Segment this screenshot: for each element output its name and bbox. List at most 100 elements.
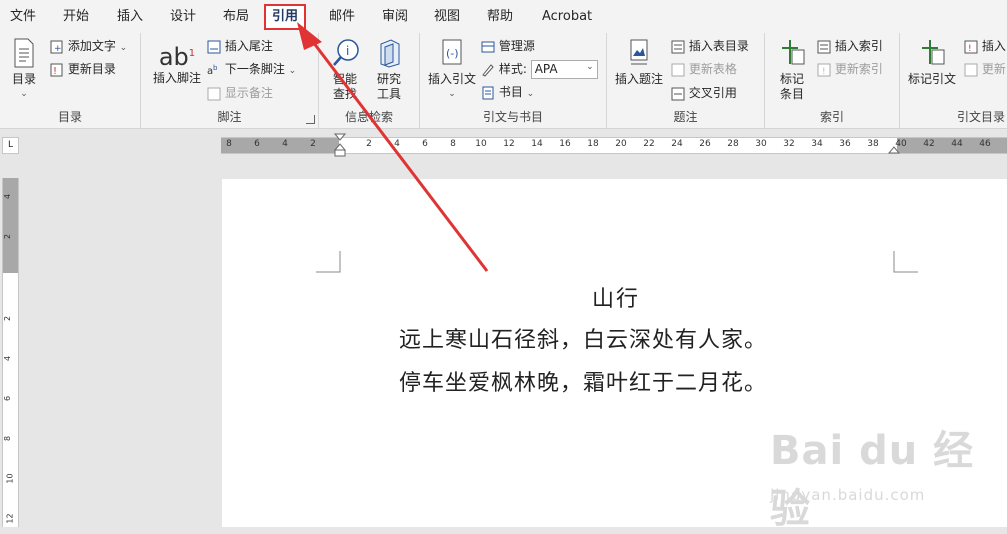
- style-dropdown[interactable]: APA ⌄: [530, 60, 598, 79]
- indent-marker-icon[interactable]: [333, 133, 347, 158]
- researcher-icon: [380, 39, 400, 68]
- svg-text:b: b: [213, 64, 218, 72]
- document-line[interactable]: 远上寒山石径斜，白云深处有人家。: [399, 322, 767, 354]
- insert-toa-button[interactable]: ! 插入: [964, 36, 1006, 56]
- show-notes-icon: [207, 87, 221, 100]
- watermark-url: jingyan.baidu.com: [770, 486, 926, 504]
- update-index-button[interactable]: ! 更新索引: [817, 59, 883, 79]
- tab-layout[interactable]: 布局: [223, 7, 249, 27]
- ruler-tick-label: 46: [979, 139, 991, 149]
- next-footnote-label: 下一条脚注: [224, 62, 285, 76]
- ruler-tick-label: 8: [450, 139, 456, 149]
- insert-index-label: 插入索引: [834, 39, 883, 53]
- ruler-tick-label: 6: [3, 395, 13, 402]
- insert-citation-label: 插入引文: [427, 72, 476, 86]
- group-label-research: 信息检索: [344, 110, 393, 124]
- vertical-ruler[interactable]: 4 2 2 4 6 8 10 12: [2, 178, 19, 527]
- bibliography-button[interactable]: 书目 ⌄: [481, 82, 534, 102]
- insert-table-of-figures-button[interactable]: 插入表目录: [671, 36, 749, 56]
- insert-caption-label: 插入题注: [614, 72, 663, 86]
- bibliography-label: 书目: [498, 85, 523, 99]
- insert-footnote-label: 插入脚注: [152, 71, 201, 85]
- cross-reference-label: 交叉引用: [688, 86, 737, 100]
- tab-view[interactable]: 视图: [434, 7, 460, 27]
- tab-design[interactable]: 设计: [170, 7, 196, 27]
- endnote-icon: [207, 40, 221, 53]
- document-title[interactable]: 山行: [592, 281, 640, 313]
- tab-selector[interactable]: L: [2, 137, 19, 154]
- tab-file[interactable]: 文件: [10, 7, 36, 27]
- ribbon: 目录 ⌄ + 添加文字 ⌄ ! 更新目录 目录 ab1 插入脚注 插入尾注 ab…: [0, 33, 1007, 129]
- tab-home[interactable]: 开始: [63, 7, 89, 27]
- document-line[interactable]: 停车坐爱枫林晚，霜叶红于二月花。: [399, 365, 767, 397]
- mark-entry-icon: [782, 40, 805, 65]
- mark-entry-button[interactable]: 标记 条目: [771, 38, 813, 102]
- ruler-tick-label: 10: [475, 139, 487, 149]
- manage-sources-button[interactable]: 管理源: [481, 36, 535, 56]
- ruler-top-margin: [3, 178, 18, 273]
- ruler-tick-label: 4: [3, 355, 13, 362]
- insert-index-button[interactable]: 插入索引: [817, 36, 883, 56]
- tab-mailings[interactable]: 邮件: [329, 7, 355, 27]
- mark-citation-button[interactable]: 标记引文: [904, 38, 960, 87]
- group-captions: 插入题注 插入表目录 更新表格 交叉引用 题注: [607, 33, 765, 128]
- smart-lookup-icon: i: [333, 39, 359, 66]
- ruler-tick-label: 12: [503, 139, 515, 149]
- next-footnote-button[interactable]: ab 下一条脚注 ⌄: [207, 59, 296, 79]
- tab-references[interactable]: 引用: [264, 4, 307, 30]
- insert-index-icon: [817, 40, 831, 53]
- chevron-down-icon: ⌄: [119, 43, 128, 53]
- footnote-icon: ab1: [149, 37, 205, 71]
- chevron-down-icon: ⌄: [448, 89, 456, 99]
- insert-endnote-button[interactable]: 插入尾注: [207, 36, 273, 56]
- ruler-tick-label: 12: [5, 513, 15, 524]
- update-toa-icon: [964, 63, 978, 76]
- crop-mark-top-left: [316, 251, 341, 273]
- update-index-label: 更新索引: [834, 62, 883, 76]
- style-label: 样式:: [498, 62, 527, 76]
- ruler-tick-label: 38: [867, 139, 879, 149]
- group-label-authorities: 引文目录: [956, 110, 1005, 124]
- add-text-label: 添加文字: [67, 39, 116, 53]
- insert-toa-label: 插入: [981, 39, 1006, 53]
- update-table-icon: [671, 63, 685, 76]
- ruler-tick-label: 34: [811, 139, 823, 149]
- insert-footnote-button[interactable]: ab1 插入脚注: [149, 37, 205, 86]
- show-notes-button[interactable]: 显示备注: [207, 83, 273, 103]
- smart-lookup-label: 智能 查找: [332, 72, 357, 101]
- toc-button[interactable]: 目录 ⌄: [6, 38, 42, 102]
- manage-sources-label: 管理源: [498, 39, 535, 53]
- group-label-footnotes: 脚注: [217, 110, 242, 124]
- ruler-tick-label: 42: [923, 139, 935, 149]
- tab-acrobat[interactable]: Acrobat: [542, 7, 592, 27]
- chevron-down-icon: ⌄: [586, 62, 594, 72]
- group-research: i 智能 查找 研究 工具 信息检索: [319, 33, 420, 128]
- ruler-tick-label: 2: [366, 139, 372, 149]
- group-label-captions: 题注: [673, 110, 698, 124]
- update-toa-button[interactable]: 更新: [964, 59, 1006, 79]
- update-toc-button[interactable]: ! 更新目录: [50, 59, 116, 79]
- smart-lookup-button[interactable]: i 智能 查找: [325, 38, 365, 102]
- ruler-tick-label: 22: [643, 139, 655, 149]
- add-text-button[interactable]: + 添加文字 ⌄: [50, 36, 127, 56]
- update-table-button[interactable]: 更新表格: [671, 59, 737, 79]
- dialog-launcher-icon[interactable]: [306, 115, 315, 124]
- style-dropdown-value: APA: [534, 62, 558, 76]
- researcher-button[interactable]: 研究 工具: [369, 38, 409, 102]
- group-footnotes: ab1 插入脚注 插入尾注 ab 下一条脚注 ⌄ 显示备注 脚注: [141, 33, 319, 128]
- tab-insert[interactable]: 插入: [117, 7, 143, 27]
- tab-review[interactable]: 审阅: [382, 7, 408, 27]
- insert-caption-button[interactable]: 插入题注: [611, 38, 667, 87]
- ruler-tick-label: 26: [699, 139, 711, 149]
- insert-citation-button[interactable]: (-) 插入引文 ⌄: [424, 38, 480, 102]
- group-toc: 目录 ⌄ + 添加文字 ⌄ ! 更新目录 目录: [0, 33, 141, 128]
- tab-help[interactable]: 帮助: [487, 7, 513, 27]
- cross-reference-button[interactable]: 交叉引用: [671, 83, 737, 103]
- ruler-tick-label: 4: [3, 193, 13, 200]
- style-icon: [482, 63, 494, 77]
- ruler-tick-label: 30: [755, 139, 767, 149]
- ruler-tick-label: 32: [783, 139, 795, 149]
- horizontal-ruler[interactable]: 8 6 4 2 2 4 6 8 10 12 14 16 18 20 22 24 26 28 30 32 34 36 38 40…: [221, 133, 1007, 157]
- footnote-icon-superscript: 1: [188, 48, 196, 59]
- mark-citation-label: 标记引文: [907, 72, 956, 86]
